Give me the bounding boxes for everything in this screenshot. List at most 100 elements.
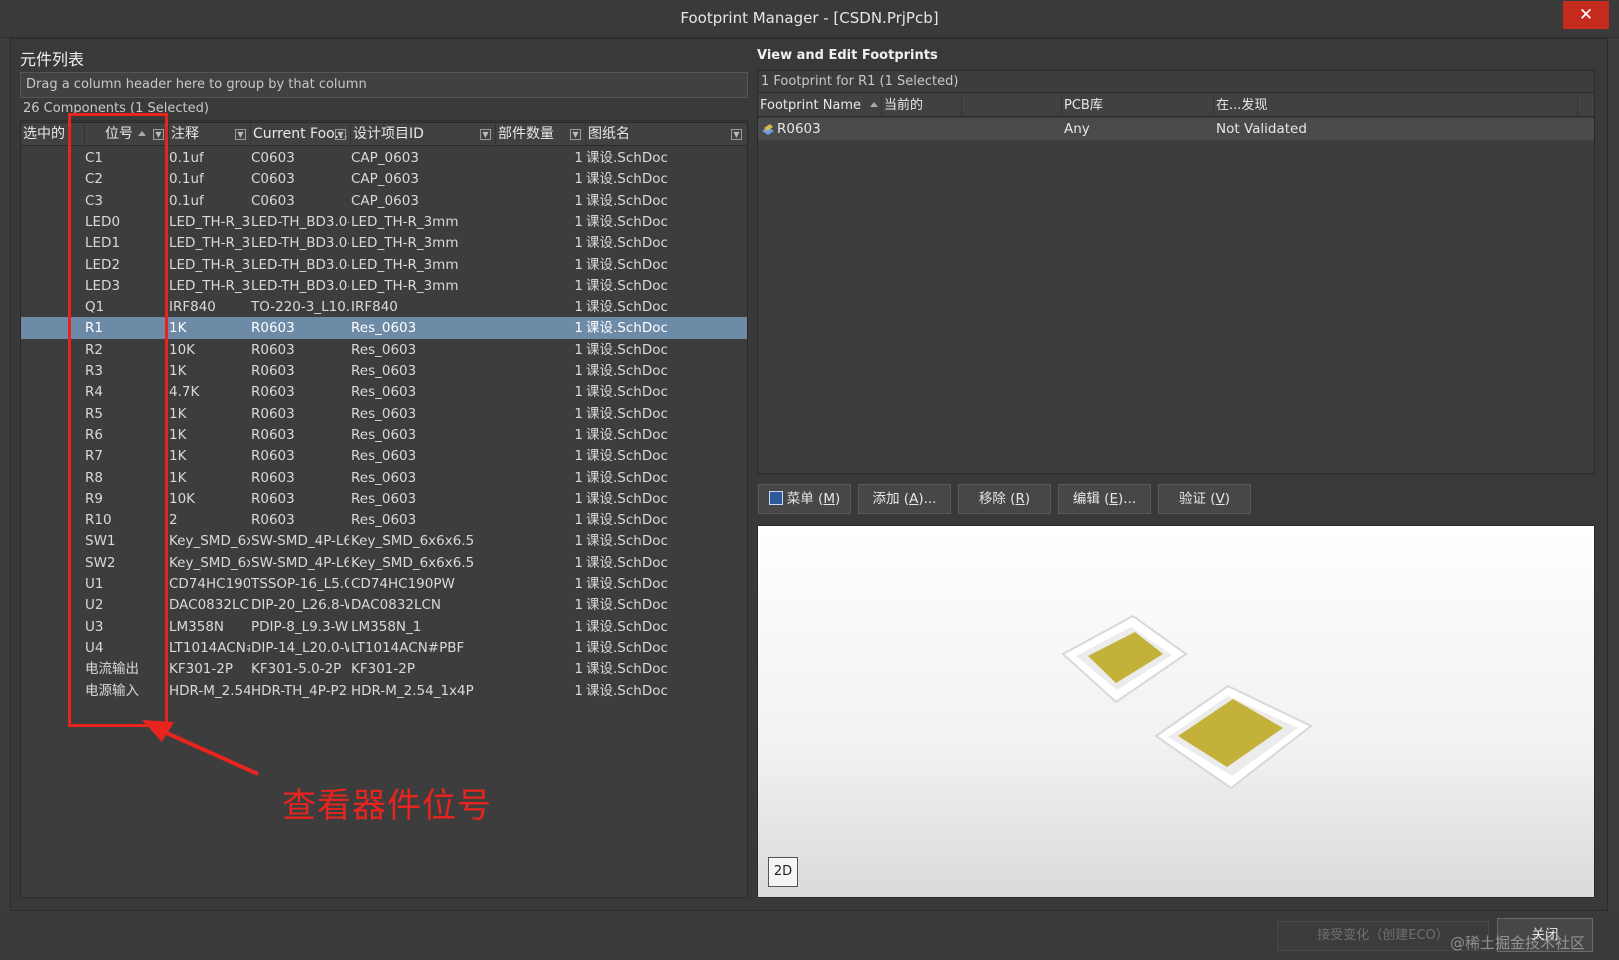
footprints-heading: View and Edit Footprints <box>757 48 938 63</box>
filter-icon[interactable]: ▼ <box>570 129 581 140</box>
footprint-row[interactable]: R0603 Any Not Validated <box>758 118 1594 140</box>
design-item-id-cell: IRF840 <box>351 299 398 316</box>
validate-button[interactable]: 验证 (V) <box>1158 484 1251 514</box>
footprint-cell: DIP-14_L20.0-W <box>251 639 349 656</box>
edit-button[interactable]: 编辑 (E)... <box>1058 484 1151 514</box>
remove-end: ) <box>1024 491 1031 507</box>
edit-label: 编辑 ( <box>1072 491 1110 507</box>
design-item-id-cell: Res_0603 <box>351 469 417 486</box>
edit-key: E <box>1109 491 1118 507</box>
footprint-3d-preview[interactable]: 2D <box>757 525 1595 898</box>
filter-icon[interactable]: ▼ <box>235 129 246 140</box>
design-item-id-cell: DAC0832LCN <box>351 597 441 614</box>
design-item-id-cell: Res_0603 <box>351 448 417 465</box>
comment-cell: Key_SMD_6x6 <box>169 533 250 550</box>
column-header-pcb-lib[interactable]: PCB库 <box>1062 94 1214 117</box>
filter-icon[interactable]: ▼ <box>731 129 742 140</box>
comment-cell: Key_SMD_6x6 <box>169 554 250 571</box>
comment-cell: LED_TH-R_3n <box>169 256 250 273</box>
comment-cell: DAC0832LCN <box>169 597 250 614</box>
part-count-cell: 1 <box>574 512 583 529</box>
design-item-id-cell: LT1014ACN#PBF <box>351 639 465 656</box>
column-header-design-item-id[interactable]: 设计项目ID <box>351 123 496 146</box>
remove-button[interactable]: 移除 (R) <box>958 484 1051 514</box>
footprint-3d-model <box>1061 614 1313 790</box>
part-count-cell: 1 <box>574 682 583 699</box>
part-count-cell: 1 <box>574 341 583 358</box>
sheet-name-cell: 课设.SchDoc <box>586 277 668 294</box>
sheet-name-cell: 课设.SchDoc <box>586 171 668 188</box>
design-item-id-cell: Res_0603 <box>351 363 417 379</box>
window-title: Footprint Manager - [CSDN.PrjPcb] <box>680 9 939 27</box>
remove-key: R <box>1015 491 1025 507</box>
design-item-id-cell: KF301-2P <box>351 661 415 678</box>
sheet-name-cell: 课设.SchDoc <box>586 533 668 550</box>
design-item-id-cell: CD74HC190PW <box>351 576 455 592</box>
comment-cell: IRF840 <box>169 299 216 316</box>
comment-cell: 1K <box>169 363 187 379</box>
comment-cell: KF301-2P <box>169 661 233 678</box>
column-header-current[interactable]: 当前的 <box>882 94 962 117</box>
validate-label: 验证 ( <box>1178 491 1216 507</box>
comment-cell: LED_TH-R_3n <box>169 213 250 230</box>
part-count-cell: 1 <box>574 405 583 422</box>
part-count-cell: 1 <box>574 299 583 316</box>
design-item-id-cell: Key_SMD_6x6x6.5 <box>351 554 475 571</box>
design-item-id-cell: Res_0603 <box>351 426 417 443</box>
column-header-spacer[interactable] <box>962 94 1062 117</box>
menu-end: ) <box>834 491 841 507</box>
validate-key: V <box>1215 491 1225 507</box>
part-count-cell: 1 <box>574 320 583 337</box>
footprint-cell: R0603 <box>251 341 295 358</box>
design-item-id-cell: LED_TH-R_3mm <box>351 235 459 252</box>
design-item-id-cell: LM358N_1 <box>351 618 422 635</box>
sheet-name-cell: 课设.SchDoc <box>586 576 668 592</box>
design-item-id-cell: CAP_0603 <box>351 150 419 166</box>
footprint-grid[interactable]: 1 Footprint for R1 (1 Selected) Footprin… <box>757 70 1595 474</box>
sheet-name-cell: 课设.SchDoc <box>586 192 668 209</box>
design-item-id-cell: Res_0603 <box>351 384 417 401</box>
remove-label: 移除 ( <box>978 491 1016 507</box>
sheet-name-cell: 课设.SchDoc <box>586 469 668 486</box>
sheet-name-cell: 课设.SchDoc <box>586 426 668 443</box>
comment-cell: 1K <box>169 469 187 486</box>
sheet-name-cell: 课设.SchDoc <box>586 384 668 401</box>
view-2d-button[interactable]: 2D <box>768 857 798 887</box>
column-header-found-in[interactable]: 在...发现 <box>1214 94 1578 117</box>
footprint-cell: PDIP-8_L9.3-W6 <box>251 618 349 635</box>
footprint-cell: R0603 <box>251 448 295 465</box>
design-item-id-cell: LED_TH-R_3mm <box>351 213 459 230</box>
comment-cell: 2 <box>169 512 178 529</box>
sort-ascending-icon[interactable] <box>870 102 878 107</box>
group-by-drop-area[interactable]: Drag a column header here to group by th… <box>20 72 748 98</box>
comment-cell: LT1014ACN# <box>169 639 250 656</box>
part-count-cell: 1 <box>574 235 583 252</box>
footprint-name: R0603 <box>777 121 821 137</box>
column-header-sheet-name[interactable]: 图纸名 <box>586 123 747 146</box>
footprint-cell: SW-SMD_4P-L6 <box>251 554 349 571</box>
filter-icon[interactable]: ▼ <box>335 129 346 140</box>
part-count-cell: 1 <box>574 384 583 401</box>
footprint-cell: HDR-TH_4P-P2.! <box>251 682 349 699</box>
column-header-footprint-name[interactable]: Footprint Name <box>758 94 882 117</box>
design-item-id-cell: Res_0603 <box>351 405 417 422</box>
design-item-id-cell: Res_0603 <box>351 512 417 529</box>
sheet-name-cell: 课设.SchDoc <box>586 490 668 507</box>
add-key: A <box>909 491 919 507</box>
add-button[interactable]: 添加 (A)... <box>858 484 951 514</box>
comment-cell: CD74HC190F <box>169 576 250 592</box>
menu-button[interactable]: 菜单 (M) <box>758 484 851 514</box>
filter-icon[interactable]: ▼ <box>480 129 491 140</box>
comment-cell: 4.7K <box>169 384 200 401</box>
comment-cell: 0.1uf <box>169 171 204 188</box>
sheet-name-cell: 课设.SchDoc <box>586 618 668 635</box>
part-count-cell: 1 <box>574 171 583 188</box>
menu-key: M <box>823 491 835 507</box>
footprint-cell: KF301-5.0-2P <box>251 661 342 678</box>
footprint-cell: LED-TH_BD3.0-I <box>251 235 349 252</box>
sheet-name-cell: 课设.SchDoc <box>586 661 668 678</box>
part-count-cell: 1 <box>574 150 583 166</box>
close-window-button[interactable]: ✕ <box>1563 1 1609 29</box>
highlight-box <box>68 113 168 727</box>
annotation-text: 查看器件位号 <box>282 786 492 826</box>
